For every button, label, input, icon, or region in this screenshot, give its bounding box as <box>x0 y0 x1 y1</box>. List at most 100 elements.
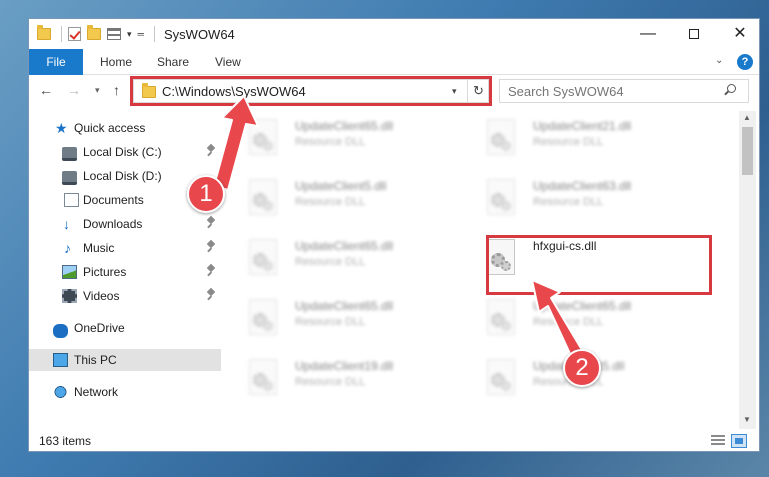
title-bar: ▾ ═ SysWOW64 — ✕ <box>29 19 759 49</box>
document-icon <box>64 193 79 207</box>
file-list: UpdateClient65.dll Resource DLL UpdateCl… <box>239 111 739 429</box>
file-item[interactable]: UpdateClient21.dll Resource DLL <box>477 111 717 167</box>
details-view-icon[interactable] <box>711 435 725 447</box>
window-title: SysWOW64 <box>164 27 235 42</box>
sidebar-item-label: Quick access <box>74 121 146 135</box>
recent-locations-icon[interactable]: ▾ <box>95 85 100 96</box>
file-item[interactable]: UpdateClient65.dll Resource DLL <box>239 111 479 167</box>
large-icons-view-icon[interactable] <box>731 434 747 448</box>
drive-icon <box>62 147 77 161</box>
quick-access-toolbar: ▾ ═ <box>37 25 155 42</box>
sidebar-item-onedrive[interactable]: OneDrive <box>29 317 221 339</box>
folder-icon <box>37 25 51 40</box>
forward-arrow-icon[interactable]: → <box>67 82 81 98</box>
file-name: hfxgui-cs.dll <box>533 239 597 253</box>
new-folder-icon[interactable] <box>87 25 101 40</box>
search-icon[interactable] <box>724 84 736 96</box>
rename-icon[interactable] <box>107 28 121 40</box>
file-item[interactable]: UpdateClient65.dll Resource DLL <box>239 231 479 287</box>
file-name: UpdateClient21.dll <box>533 119 632 133</box>
toolbar-separator <box>61 26 62 42</box>
file-item[interactable]: UpdateClient19.dll Resource DLL <box>239 351 479 407</box>
address-bar[interactable]: C:\Windows\SysWOW64 ▾ ↻ <box>133 79 489 103</box>
dll-file-icon <box>483 239 519 281</box>
file-type: Resource DLL <box>533 136 604 148</box>
customize-toolbar-icon[interactable]: ═ <box>138 29 144 39</box>
pin-icon <box>207 289 215 301</box>
refresh-icon[interactable]: ↻ <box>467 80 489 102</box>
step-badge-1: 1 <box>187 175 225 213</box>
network-icon <box>53 385 68 399</box>
dll-file-icon <box>245 179 281 221</box>
file-type: Resource DLL <box>533 316 604 328</box>
sidebar-item-this-pc[interactable]: This PC <box>29 349 221 371</box>
pin-icon <box>207 241 215 253</box>
file-type: Resource DLL <box>295 136 366 148</box>
sidebar-item-label: Documents <box>83 193 144 207</box>
dll-file-icon <box>245 119 281 161</box>
help-icon[interactable]: ? <box>737 54 753 70</box>
close-button[interactable]: ✕ <box>717 19 763 49</box>
back-arrow-icon[interactable]: ← <box>39 82 53 98</box>
computer-icon <box>53 353 68 367</box>
minimize-button[interactable]: — <box>625 19 671 49</box>
pin-icon <box>207 265 215 277</box>
tab-file[interactable]: File <box>29 49 83 75</box>
tab-home[interactable]: Home <box>100 53 132 73</box>
tab-share[interactable]: Share <box>157 53 189 73</box>
sidebar-item-music[interactable]: ♪ Music <box>29 237 221 259</box>
dll-file-icon <box>245 239 281 281</box>
file-item[interactable]: UpdateClient65.dll Resource DLL <box>239 291 479 347</box>
sidebar-item-network[interactable]: Network <box>29 381 221 403</box>
up-arrow-icon[interactable]: ↑ <box>113 82 120 98</box>
sidebar-item-label: Videos <box>83 289 120 303</box>
scroll-down-icon[interactable]: ▼ <box>743 415 751 424</box>
status-bar: 163 items <box>29 429 759 453</box>
file-name: UpdateClient19.dll <box>295 359 394 373</box>
ribbon: File Home Share View ⌄ ? <box>29 49 759 75</box>
file-name: UpdateClient65.dll <box>295 119 394 133</box>
file-item-hfxgui-cs[interactable]: hfxgui-cs.dll <box>477 231 717 287</box>
dll-file-icon <box>245 299 281 341</box>
folder-icon <box>142 83 156 98</box>
vertical-scrollbar[interactable]: ▲ ▼ <box>739 111 756 429</box>
sidebar-item-videos[interactable]: Videos <box>29 285 221 307</box>
sidebar-item-label: Local Disk (D:) <box>83 169 162 183</box>
sidebar-item-local-disk-c[interactable]: Local Disk (C:) <box>29 141 221 163</box>
file-item[interactable]: UpdateClient63.dll Resource DLL <box>477 171 717 227</box>
file-item[interactable]: UpdateClient5.dll Resource DLL <box>239 171 479 227</box>
file-type: Resource DLL <box>295 316 366 328</box>
navigation-bar: ← → ▾ ↑ C:\Windows\SysWOW64 ▾ ↻ <box>29 76 759 108</box>
sidebar-item-label: Local Disk (C:) <box>83 145 162 159</box>
scroll-up-icon[interactable]: ▲ <box>743 113 751 122</box>
address-path[interactable]: C:\Windows\SysWOW64 <box>162 84 306 99</box>
file-name: UpdateClient65.dll <box>295 299 394 313</box>
download-icon: ↓ <box>63 216 70 232</box>
dll-file-icon <box>483 359 519 401</box>
file-item[interactable]: UpdateClient65.dll Resource DLL <box>477 291 717 347</box>
drive-icon <box>62 171 77 185</box>
address-dropdown-icon[interactable]: ▾ <box>452 86 457 97</box>
maximize-button[interactable] <box>671 19 717 49</box>
search-input[interactable] <box>499 79 749 103</box>
expand-ribbon-icon[interactable]: ⌄ <box>715 55 723 66</box>
pictures-icon <box>62 265 77 279</box>
music-icon: ♪ <box>64 240 71 256</box>
file-type: Resource DLL <box>295 196 366 208</box>
sidebar-item-downloads[interactable]: ↓ Downloads <box>29 213 221 235</box>
scroll-thumb[interactable] <box>742 127 753 175</box>
sidebar-item-label: This PC <box>74 353 117 367</box>
toolbar-dropdown-icon[interactable]: ▾ <box>127 29 132 40</box>
file-explorer-window: ▾ ═ SysWOW64 — ✕ File Home Share View ⌄ … <box>28 18 760 452</box>
sidebar-item-quick-access[interactable]: ★ Quick access <box>29 117 221 139</box>
pin-icon <box>207 145 215 157</box>
file-type: Resource DLL <box>295 376 366 388</box>
sidebar-item-pictures[interactable]: Pictures <box>29 261 221 283</box>
properties-check-icon[interactable] <box>68 27 81 41</box>
maximize-icon <box>689 28 699 39</box>
toolbar-separator <box>153 26 155 42</box>
sidebar-item-label: Downloads <box>83 217 143 231</box>
file-name: UpdateClient65.dll <box>533 299 632 313</box>
tab-view[interactable]: View <box>215 53 241 73</box>
dll-file-icon <box>483 119 519 161</box>
